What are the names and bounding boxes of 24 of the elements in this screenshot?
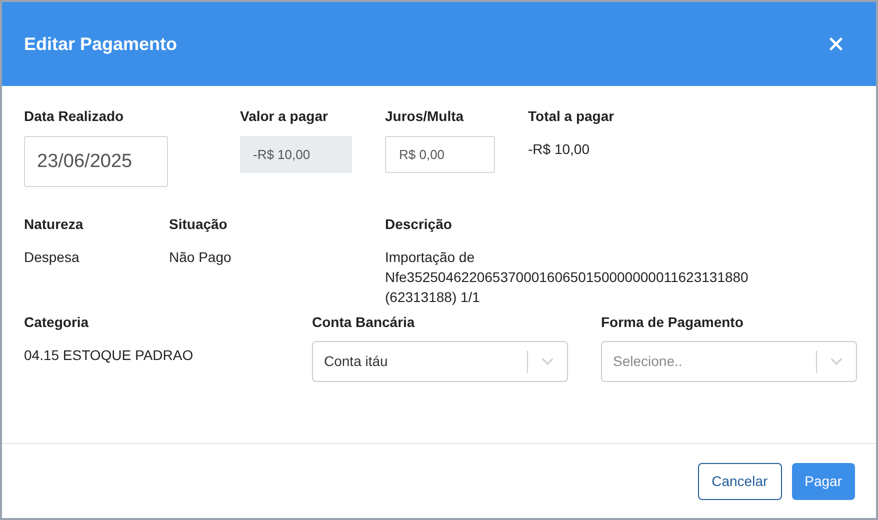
dialog-title: Editar Pagamento xyxy=(24,32,178,56)
interest-field[interactable]: R$ 0,00 xyxy=(385,136,495,173)
field-label: Juros/Multa xyxy=(385,107,465,126)
field-value: -R$ 10,00 xyxy=(528,140,590,159)
field-label: Data Realizado xyxy=(24,107,125,126)
field-value: Não Pago xyxy=(169,248,232,267)
field-value: 04.15 ESTOQUE PADRAO xyxy=(24,346,194,365)
field-label: Total a pagar xyxy=(528,107,616,126)
cancel-button[interactable]: Cancelar xyxy=(698,462,782,500)
field-label: Forma de Pagamento xyxy=(601,313,744,332)
select-value: Conta itáu xyxy=(323,352,389,371)
field-value: Despesa xyxy=(24,248,80,267)
select-placeholder: Selecione.. xyxy=(612,352,684,371)
select-field[interactable]: Selecione.. xyxy=(601,341,857,382)
field-value: Importação de Nfe35250462206537000160650150000000011623131880 (62313188) 1/1 xyxy=(385,248,750,307)
field-label: Conta Bancária xyxy=(312,313,416,332)
date-field[interactable]: 23/06/2025 xyxy=(24,136,168,187)
amount-field[interactable]: -R$ 10,00 xyxy=(240,136,352,173)
field-label: Descrição xyxy=(385,215,453,234)
select-field[interactable]: Conta itáu xyxy=(312,341,568,382)
field-label: Situação xyxy=(169,215,228,234)
field-label: Natureza xyxy=(24,215,84,234)
field-label: Categoria xyxy=(24,313,90,332)
field-label: Valor a pagar xyxy=(240,107,329,126)
